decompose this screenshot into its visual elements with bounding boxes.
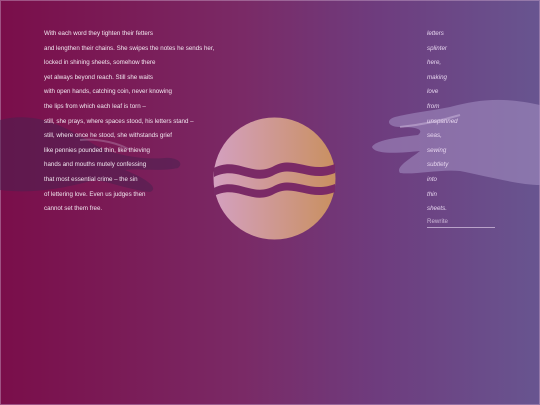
- poem-line: still, she prays, where spaces stood, hi…: [44, 117, 194, 125]
- word-item[interactable]: subtlety: [427, 158, 507, 173]
- word-item[interactable]: into: [427, 173, 507, 188]
- poem-line: still, where once he stood, she withstan…: [44, 132, 172, 140]
- rewrite-button[interactable]: Rewrite: [427, 218, 495, 228]
- poem-line: yet always beyond reach. Still she waits: [44, 73, 154, 81]
- poem-line: With each word they tighten their fetter…: [44, 30, 154, 37]
- word-item[interactable]: thin: [427, 188, 507, 203]
- poem-line: of lettering love. Even us judges then: [44, 190, 146, 198]
- word-item[interactable]: sewing: [427, 144, 507, 159]
- poem-text: With each word they tighten their fetter…: [44, 27, 374, 217]
- word-item[interactable]: seas,: [427, 129, 507, 144]
- poem-line: like pennies pounded thin, like thieving: [44, 146, 150, 154]
- word-item[interactable]: love: [427, 85, 507, 100]
- word-item[interactable]: from: [427, 100, 507, 115]
- poem-line: and lengthen their chains. She swipes th…: [44, 44, 215, 52]
- poem-line: that most essential crime – the sin: [44, 175, 138, 183]
- word-item[interactable]: letters: [427, 27, 507, 42]
- word-item[interactable]: unspanned: [427, 115, 507, 130]
- poem-line: locked in shining sheets, somehow there: [44, 59, 156, 67]
- poem-line: with open hands, catching coin, never kn…: [44, 88, 172, 96]
- poem-line: hands and mouths mutely confessing: [44, 161, 147, 169]
- word-item[interactable]: making: [427, 71, 507, 86]
- word-item[interactable]: sheets.: [427, 202, 507, 217]
- word-item[interactable]: splinter: [427, 42, 507, 57]
- word-column: letters splinter here, making love from …: [427, 27, 507, 217]
- poem-line: the lips from which each leaf is torn –: [44, 102, 146, 110]
- poem-line: cannot set them free.: [44, 205, 103, 213]
- word-item[interactable]: here,: [427, 56, 507, 71]
